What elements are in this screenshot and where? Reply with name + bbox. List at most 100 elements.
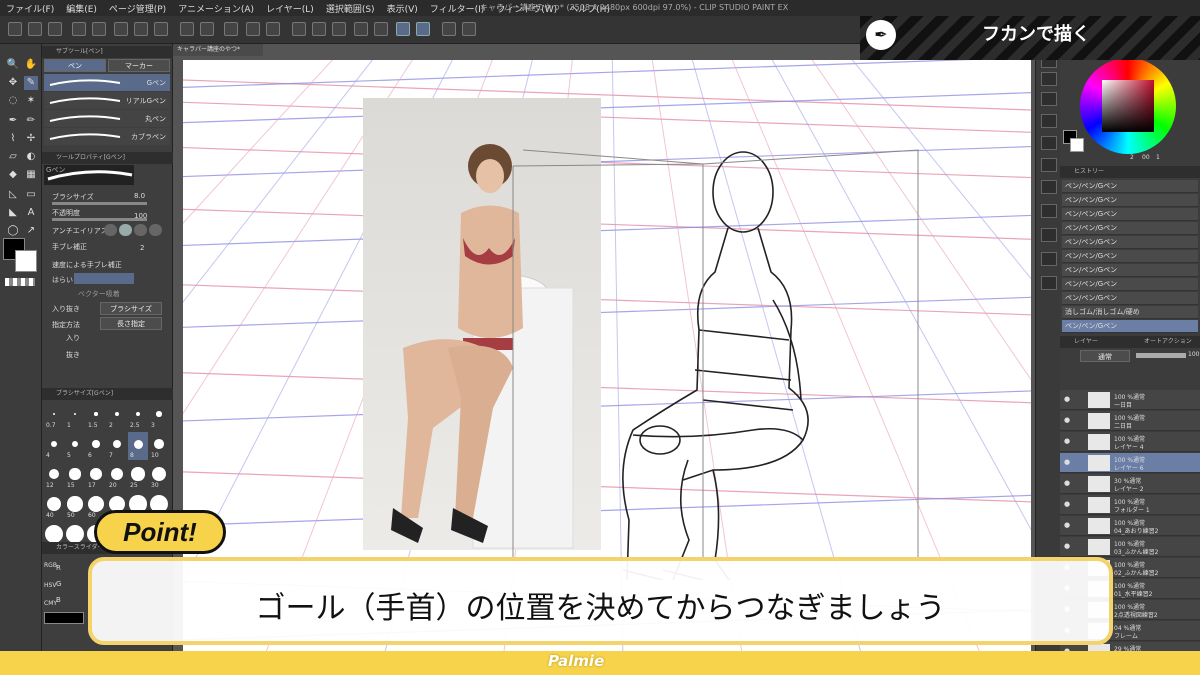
brush-size-cell[interactable]: 7 [107, 432, 127, 460]
history-item[interactable]: ペン/ペン/Gペン [1062, 222, 1198, 235]
opacity-slider[interactable] [52, 218, 147, 221]
wheel-sub-swatch[interactable] [1070, 138, 1084, 152]
visibility-eye-icon[interactable]: ● [1064, 479, 1070, 487]
command-button[interactable] [442, 22, 456, 36]
history-tab[interactable]: ヒストリー [1060, 166, 1200, 178]
brush-size-cell[interactable]: 30 [149, 462, 169, 490]
stabilization-value[interactable]: 2 [140, 244, 144, 252]
brush-size-cell[interactable]: 2.5 [128, 402, 148, 430]
brush-size-cell[interactable]: 4 [44, 432, 64, 460]
command-button[interactable] [114, 22, 128, 36]
brush-size-cell[interactable]: 2 [107, 402, 127, 430]
command-button[interactable] [180, 22, 194, 36]
menu-item[interactable]: 表示(V) [381, 2, 424, 15]
subtool-item[interactable]: 丸ペン [44, 110, 170, 127]
visibility-eye-icon[interactable]: ● [1064, 500, 1070, 508]
brush-size-cell[interactable]: 17 [86, 462, 106, 490]
command-button[interactable] [72, 22, 86, 36]
command-button[interactable] [462, 22, 476, 36]
menu-item[interactable]: ページ管理(P) [103, 2, 172, 15]
brush-size-cell[interactable]: 3 [149, 402, 169, 430]
brush-size-cell[interactable]: 1.5 [86, 402, 106, 430]
eraser-tool-icon[interactable]: ▱ [6, 150, 20, 164]
command-button[interactable] [246, 22, 260, 36]
brush-size-cell[interactable]: 1 [65, 402, 85, 430]
brush-size-cell[interactable]: 15 [65, 462, 85, 490]
layer-row[interactable]: ● 100 %通常 二日目 [1060, 411, 1200, 431]
command-button[interactable] [332, 22, 346, 36]
blend-mode-select[interactable]: 通常 [1080, 350, 1130, 362]
search-layer-icon[interactable] [1041, 136, 1057, 150]
out-label[interactable]: 抜き [66, 350, 80, 360]
material-icon[interactable] [1041, 92, 1057, 106]
history-item[interactable]: ペン/ペン/Gペン [1062, 180, 1198, 193]
zoom-tool-icon[interactable]: 🔍 [6, 58, 20, 72]
visibility-eye-icon[interactable]: ● [1064, 437, 1070, 445]
command-button[interactable] [154, 22, 168, 36]
figure-tool-icon[interactable]: ◺ [6, 188, 20, 202]
sub-color-swatch[interactable] [15, 250, 37, 272]
layer-tab[interactable]: レイヤー [1060, 336, 1130, 348]
brush-size-cell[interactable]: 6 [86, 432, 106, 460]
command-button[interactable] [92, 22, 106, 36]
color-wheel[interactable] [1080, 58, 1176, 154]
command-button[interactable] [8, 22, 22, 36]
move-tool-icon[interactable]: ✥ [6, 76, 20, 90]
hsv-tab[interactable]: HSV [44, 582, 56, 589]
document-tab[interactable]: キャラパー講座のやつ* [173, 44, 263, 56]
menu-item[interactable]: 編集(E) [60, 2, 103, 15]
ruler-tool-icon[interactable]: ◣ [6, 206, 20, 220]
brush-size-cell[interactable]: 50 [65, 492, 85, 520]
command-button[interactable] [200, 22, 214, 36]
visibility-eye-icon[interactable]: ● [1064, 395, 1070, 403]
layer-row[interactable]: ● 100 %通常 03_ふかん練習2 [1060, 537, 1200, 557]
layer-row[interactable]: ● 100 %通常 04_あおり練習2 [1060, 516, 1200, 536]
correct-line-tool-icon[interactable]: ↗ [24, 224, 38, 238]
command-button[interactable] [354, 22, 368, 36]
command-button[interactable] [28, 22, 42, 36]
speed-stab-label[interactable]: 速度による手ブレ補正 [52, 260, 122, 270]
layer-row[interactable]: ● 100 %通常 レイヤー 4 [1060, 432, 1200, 452]
history-item[interactable]: ペン/ペン/Gペン [1062, 320, 1198, 333]
decoration-tool-icon[interactable]: ✢ [24, 132, 38, 146]
history-item[interactable]: 消しゴム/消しゴム/硬め [1062, 306, 1198, 319]
rgb-tab[interactable]: RGB [44, 562, 57, 569]
layer-row[interactable]: ● 100 %通常 レイヤー 6 [1060, 453, 1200, 473]
hand-tool-icon[interactable]: ✋ [24, 58, 38, 72]
animation-icon[interactable] [1041, 204, 1057, 218]
pen2-tool-icon[interactable]: ✒ [6, 114, 20, 128]
visibility-eye-icon[interactable]: ● [1064, 416, 1070, 424]
menu-item[interactable]: ファイル(F) [0, 2, 60, 15]
brush-size-cell[interactable]: 12 [44, 462, 64, 490]
layer-opacity-slider[interactable] [1136, 353, 1186, 358]
history-item[interactable]: ペン/ペン/Gペン [1062, 278, 1198, 291]
history-item[interactable]: ペン/ペン/Gペン [1062, 264, 1198, 277]
subtool-item[interactable]: リアルGペン [44, 92, 170, 109]
brush-size-cell[interactable]: 0.7 [44, 402, 64, 430]
command-button[interactable] [416, 22, 430, 36]
brush-size-cell[interactable]: 8 [128, 432, 148, 460]
balloon-tool-icon[interactable]: ◯ [6, 224, 20, 238]
visibility-eye-icon[interactable]: ● [1064, 542, 1070, 550]
brush-size-slider[interactable] [52, 202, 147, 205]
color-square[interactable] [1102, 80, 1154, 132]
taper-bar[interactable] [74, 273, 134, 284]
wand-tool-icon[interactable]: ✶ [24, 94, 38, 108]
layer-opacity-value[interactable]: 100 [1188, 351, 1199, 358]
blend-tool-icon[interactable]: ◐ [24, 150, 38, 164]
visibility-eye-icon[interactable]: ● [1064, 458, 1070, 466]
brush-size-cell[interactable]: 20 [107, 462, 127, 490]
mix-color-icon[interactable] [1041, 276, 1057, 290]
menu-item[interactable]: レイヤー(L) [260, 2, 320, 15]
visibility-eye-icon[interactable]: ● [1064, 521, 1070, 529]
color-set-icon[interactable] [1041, 252, 1057, 266]
timeline-icon[interactable] [1041, 228, 1057, 242]
inout-select[interactable]: ブラシサイズ [100, 302, 162, 315]
airbrush-tool-icon[interactable]: ⌇ [6, 132, 20, 146]
command-button[interactable] [134, 22, 148, 36]
history-item[interactable]: ペン/ペン/Gペン [1062, 250, 1198, 263]
tab-pen[interactable]: ペン [44, 59, 106, 72]
method-select[interactable]: 長さ指定 [100, 317, 162, 330]
auto-action-tab[interactable]: オートアクション [1130, 336, 1200, 348]
command-button[interactable] [312, 22, 326, 36]
